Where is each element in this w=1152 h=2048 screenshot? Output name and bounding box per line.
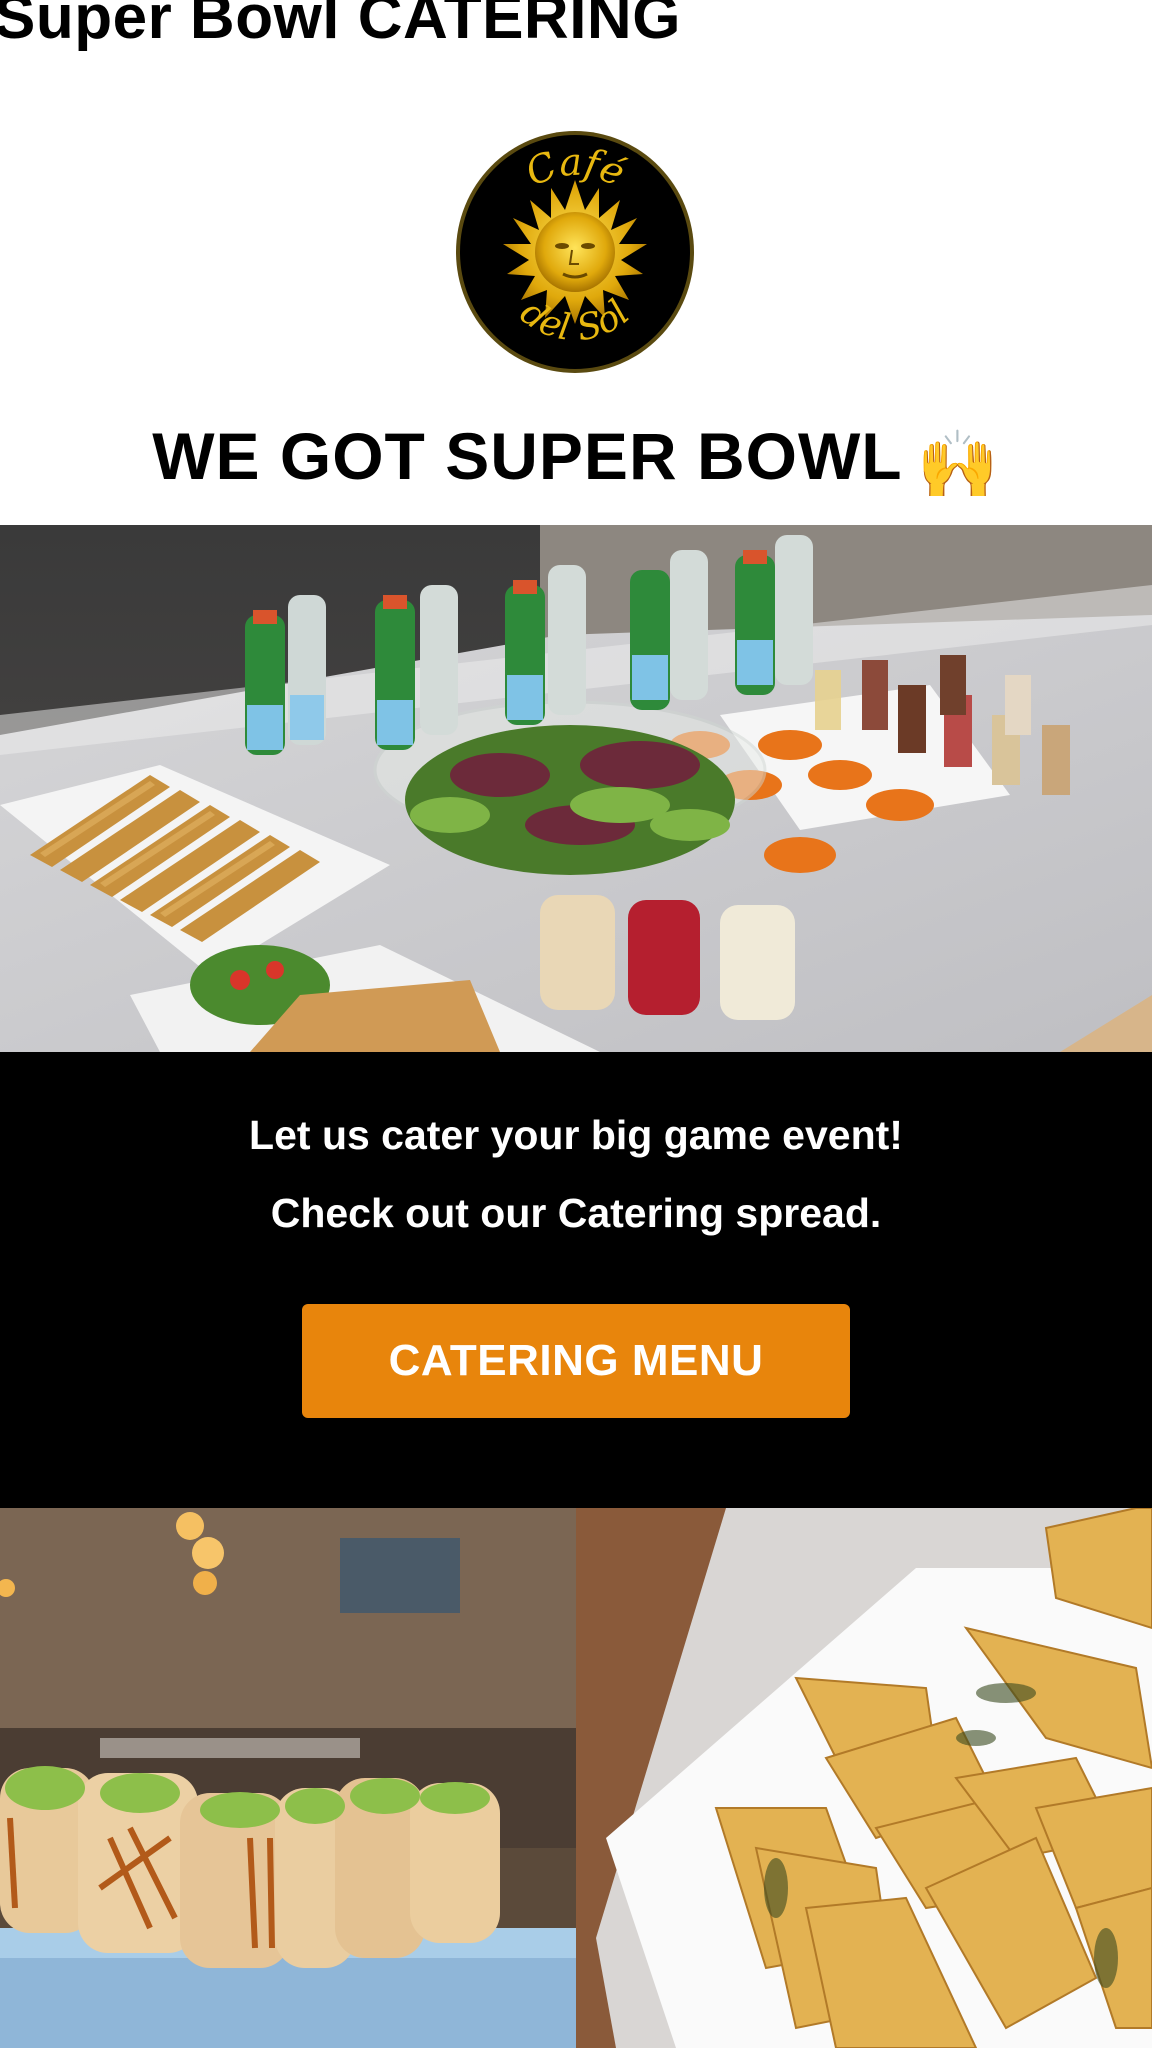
catering-spread-photo (0, 525, 1152, 1052)
promo-line-2: Check out our Catering spread. (270, 1190, 882, 1236)
catering-menu-button[interactable]: CATERING MENU (302, 1304, 850, 1418)
wraps-platter-photo (0, 1508, 576, 2048)
promo-line-1: Let us cater your big game event! (249, 1112, 903, 1158)
cafe-del-sol-logo: Café del Sol (455, 130, 695, 374)
promo-band: Let us cater your big game event! Check … (0, 1052, 1152, 1508)
headline-text: WE GOT SUPER BOWL (152, 419, 903, 493)
raising-hands-icon: 🙌 (916, 427, 1000, 501)
headline: WE GOT SUPER BOWL 🙌 (0, 418, 1152, 504)
quesadilla-platter-photo (576, 1508, 1152, 2048)
page-title: Super Bowl CATERING (0, 0, 681, 52)
